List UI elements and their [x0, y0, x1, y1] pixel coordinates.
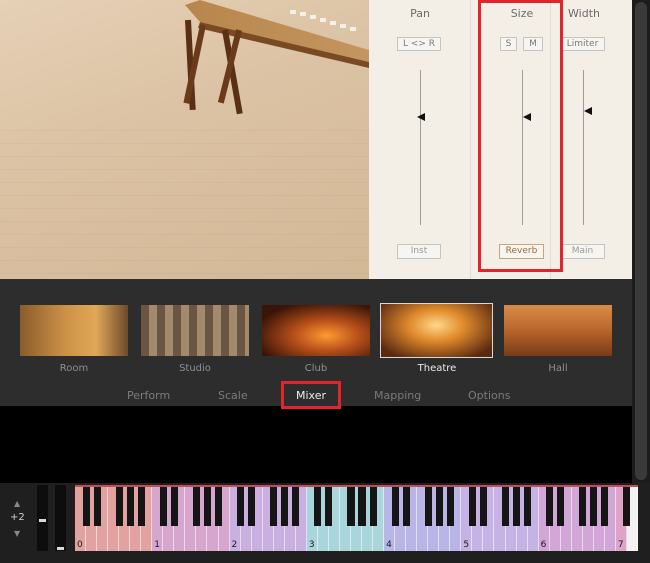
- black-key[interactable]: [435, 487, 443, 526]
- black-key[interactable]: [524, 487, 532, 526]
- size-channel-highlight: [478, 0, 563, 272]
- black-key[interactable]: [192, 487, 200, 526]
- black-key[interactable]: [402, 487, 410, 526]
- octave-number-label: 5: [463, 540, 470, 550]
- floor-plank: [0, 143, 369, 144]
- octave-number-label: 3: [308, 540, 315, 550]
- room-label-theatre: Theatre: [417, 363, 457, 374]
- black-key[interactable]: [115, 487, 123, 526]
- club-image: [262, 305, 370, 356]
- keyboard-area: ▲ +2 ▼ 0 1 2 3 4 5 6 7: [0, 483, 650, 563]
- pitch-wheel[interactable]: [37, 485, 48, 551]
- octave-down-arrow-icon[interactable]: ▼: [14, 529, 20, 538]
- room-thumbnail-theatre[interactable]: [380, 303, 493, 358]
- black-key[interactable]: [93, 487, 101, 526]
- vertical-scrollbar[interactable]: [632, 0, 650, 483]
- room-thumbnail-club[interactable]: [262, 305, 370, 356]
- mod-wheel[interactable]: [55, 485, 66, 551]
- room-label-club: Club: [304, 363, 328, 374]
- limiter-button[interactable]: Limiter: [560, 37, 605, 51]
- black-key[interactable]: [237, 487, 245, 526]
- black-key[interactable]: [358, 487, 366, 526]
- octave-number-label: 6: [540, 540, 547, 550]
- floor-plank: [0, 247, 369, 248]
- black-key[interactable]: [479, 487, 487, 526]
- hall-image: [504, 305, 612, 356]
- tab-scale[interactable]: Scale: [218, 389, 248, 402]
- main-button[interactable]: Main: [560, 244, 605, 259]
- instrument-photo: [0, 0, 369, 279]
- room-thumbnail-studio[interactable]: [141, 305, 249, 356]
- width-fader-track[interactable]: [583, 70, 584, 225]
- mixer-tab-highlight: [281, 381, 341, 409]
- tab-options[interactable]: Options: [468, 389, 510, 402]
- black-key[interactable]: [292, 487, 300, 526]
- room-thumbnail-room[interactable]: [20, 305, 128, 356]
- black-key[interactable]: [513, 487, 521, 526]
- black-key[interactable]: [159, 487, 167, 526]
- black-key[interactable]: [424, 487, 432, 526]
- black-key[interactable]: [369, 487, 377, 526]
- studio-image: [141, 305, 249, 356]
- pan-fader-handle[interactable]: [417, 113, 425, 121]
- floor-plank: [0, 273, 369, 274]
- black-key[interactable]: [546, 487, 554, 526]
- room-thumbnail-hall[interactable]: [504, 305, 612, 356]
- octave-shift-value: +2: [10, 512, 25, 523]
- floor-plank: [0, 260, 369, 261]
- black-key[interactable]: [126, 487, 134, 526]
- black-key[interactable]: [325, 487, 333, 526]
- octave-number-label: 0: [77, 540, 83, 550]
- black-key[interactable]: [601, 487, 609, 526]
- black-key[interactable]: [623, 487, 631, 526]
- black-key[interactable]: [170, 487, 178, 526]
- room-label-studio: Studio: [179, 363, 211, 374]
- channel-divider: [470, 0, 471, 279]
- theatre-image: [381, 304, 492, 357]
- floor-plank: [0, 208, 369, 209]
- black-key[interactable]: [270, 487, 278, 526]
- black-key[interactable]: [137, 487, 145, 526]
- tab-mapping[interactable]: Mapping: [374, 389, 421, 402]
- black-key[interactable]: [579, 487, 587, 526]
- pan-label: Pan: [410, 7, 430, 20]
- black-key[interactable]: [391, 487, 399, 526]
- floor-plank: [0, 234, 369, 235]
- black-key[interactable]: [501, 487, 510, 526]
- room-image: [20, 305, 128, 356]
- floor-plank: [0, 169, 369, 170]
- black-key[interactable]: [314, 487, 322, 526]
- octave-number-label: 1: [154, 540, 160, 550]
- pan-fader-track[interactable]: [420, 70, 421, 225]
- black-key[interactable]: [557, 487, 565, 526]
- floor-plank: [0, 195, 369, 196]
- floor-plank: [0, 182, 369, 183]
- room-label-room: Room: [59, 363, 89, 374]
- tab-perform[interactable]: Perform: [127, 389, 170, 402]
- black-key[interactable]: [590, 487, 598, 526]
- width-fader-handle[interactable]: [584, 107, 592, 115]
- octave-number-label: 4: [386, 540, 392, 550]
- octave-number-label: 7: [617, 540, 624, 550]
- black-key[interactable]: [347, 487, 355, 526]
- scrollbar-thumb[interactable]: [635, 2, 647, 480]
- black-key[interactable]: [446, 487, 454, 526]
- pan-lr-button[interactable]: L <> R: [397, 37, 441, 51]
- black-key[interactable]: [281, 487, 289, 526]
- zither-instrument-image: [183, 0, 369, 115]
- piano-keyboard[interactable]: 0 1 2 3 4 5 6 7: [75, 487, 638, 551]
- floor-plank: [0, 221, 369, 222]
- inst-button[interactable]: Inst: [397, 244, 441, 259]
- floor-plank: [0, 130, 369, 131]
- black-key[interactable]: [82, 487, 90, 526]
- black-key[interactable]: [214, 487, 223, 526]
- black-key[interactable]: [248, 487, 256, 526]
- room-label-hall: Hall: [548, 363, 568, 374]
- octave-number-label: 2: [231, 540, 238, 550]
- octave-up-arrow-icon[interactable]: ▲: [14, 499, 20, 508]
- floor-plank: [0, 156, 369, 157]
- black-key[interactable]: [468, 487, 476, 526]
- black-key[interactable]: [203, 487, 211, 526]
